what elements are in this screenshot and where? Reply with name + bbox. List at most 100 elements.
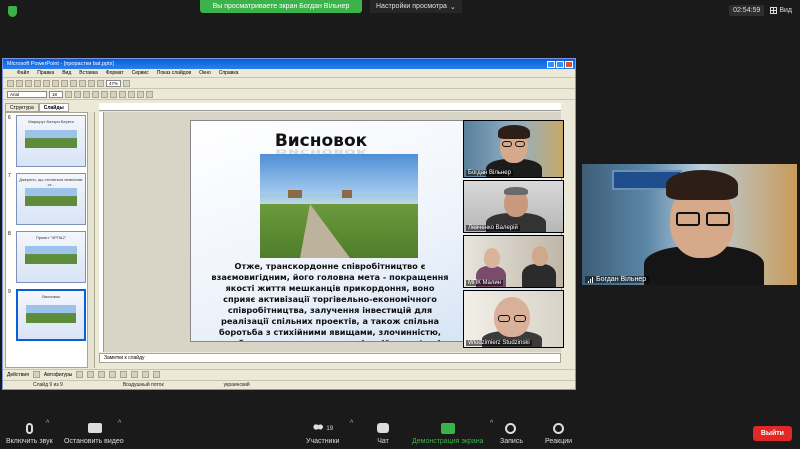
menu-help[interactable]: Справка — [219, 70, 239, 76]
undo-icon[interactable] — [70, 79, 77, 87]
line-icon[interactable] — [76, 371, 84, 378]
minimize-icon[interactable] — [547, 60, 555, 68]
audio-options-chevron-icon[interactable]: ^ — [46, 420, 49, 427]
copy-icon[interactable] — [52, 79, 59, 87]
security-shield-icon[interactable] — [8, 6, 17, 17]
menu-file[interactable]: Файл — [17, 70, 29, 76]
thumb-image — [25, 130, 77, 148]
thumb-title: Висновок — [42, 294, 60, 299]
shadow-icon[interactable] — [92, 90, 99, 98]
menu-slideshow[interactable]: Показ слайдов — [157, 70, 191, 76]
microphone-muted-icon — [25, 423, 33, 434]
slide-thumbnail[interactable]: Джерело, що стелиться чемпіонат ст... — [16, 173, 86, 225]
line-color-icon[interactable] — [153, 371, 161, 378]
chat-button[interactable]: Чат — [377, 423, 389, 445]
slide-thumbnail-selected[interactable]: Висновок — [16, 289, 86, 341]
numbering-icon[interactable] — [128, 90, 135, 98]
font-size-select[interactable]: 18 — [49, 90, 63, 98]
thumb-number: 6 — [8, 115, 11, 121]
notes-pane[interactable]: Заметки к слайду — [99, 353, 561, 363]
menu-edit[interactable]: Правка — [37, 70, 54, 76]
rectangle-icon[interactable] — [98, 371, 106, 378]
bullets-icon[interactable] — [137, 90, 144, 98]
align-left-icon[interactable] — [101, 90, 108, 98]
bold-icon[interactable] — [65, 90, 72, 98]
share-screen-button[interactable]: Демонстрация экрана — [412, 423, 484, 445]
leave-meeting-button[interactable]: Выйти — [752, 426, 792, 441]
paste-icon[interactable] — [61, 79, 68, 87]
screen-share-banner: Вы просматриваете экран Богдан Вільнер — [200, 0, 362, 13]
vertical-ruler — [99, 112, 104, 352]
menu-window[interactable]: Окно — [199, 70, 211, 76]
slide-thumbnail[interactable]: Маршрут Батори Берега — [16, 115, 86, 167]
share-banner-text: Вы просматриваете экран Богдан Вільнер — [212, 3, 350, 10]
share-options-chevron-icon[interactable]: ^ — [490, 420, 493, 427]
help-icon[interactable] — [123, 79, 131, 87]
font-color-icon[interactable] — [146, 90, 153, 98]
participants-options-chevron-icon[interactable]: ^ — [350, 420, 353, 427]
participants-count: 19 — [326, 426, 334, 432]
new-icon[interactable] — [7, 79, 14, 87]
view-options-label: Настройки просмотра — [376, 3, 447, 10]
ppt-standard-toolbar: 47% — [3, 78, 575, 89]
share-screen-icon — [440, 423, 455, 434]
video-options-chevron-icon[interactable]: ^ — [118, 420, 121, 427]
menu-view[interactable]: Вид — [62, 70, 71, 76]
print-icon[interactable] — [34, 79, 41, 87]
wordart-icon[interactable] — [131, 371, 139, 378]
chat-icon — [377, 423, 389, 433]
menu-tools[interactable]: Сервис — [132, 70, 149, 76]
italic-icon[interactable] — [74, 90, 81, 98]
participant-video-tile[interactable]: Левченко Валерій — [463, 180, 564, 233]
reactions-icon — [552, 423, 564, 434]
underline-icon[interactable] — [83, 90, 90, 98]
video-label: Остановить видео — [64, 438, 124, 445]
insert-table-icon[interactable] — [97, 79, 104, 87]
participant-name: Левченко Валерій — [466, 225, 520, 231]
video-button[interactable]: Остановить видео — [64, 423, 124, 445]
drawing-toolbar: Действия Автофигуры — [3, 369, 575, 379]
autoshapes-button[interactable]: Автофигуры — [44, 372, 72, 378]
tab-outline[interactable]: Структура — [5, 103, 39, 112]
zoom-meeting-window: Вы просматриваете экран Богдан Вільнер Н… — [0, 0, 800, 449]
reactions-button[interactable]: Реакции — [545, 423, 572, 445]
slide-thumbnail[interactable]: Проект "ЧРП&2" — [16, 231, 86, 283]
thumbnails-scrollbar[interactable] — [87, 112, 94, 368]
participant-video-tile[interactable]: Богдан Вільнер — [463, 120, 564, 178]
record-button[interactable]: Запись — [500, 423, 523, 445]
menu-format[interactable]: Формат — [106, 70, 124, 76]
view-button[interactable]: Вид — [770, 7, 792, 14]
textbox-icon[interactable] — [120, 371, 128, 378]
video-camera-icon — [87, 423, 102, 433]
thumb-number: 8 — [8, 231, 11, 237]
grid-view-icon — [770, 7, 778, 14]
participant-video-tile[interactable]: Wlodzimierz Studzinski — [463, 290, 564, 348]
reactions-label: Реакции — [545, 438, 573, 445]
participants-label: Участники — [306, 438, 340, 445]
insert-chart-icon[interactable] — [88, 79, 95, 87]
select-arrow-icon[interactable] — [32, 371, 40, 378]
save-icon[interactable] — [25, 79, 32, 87]
arrow-icon[interactable] — [87, 371, 95, 378]
align-right-icon[interactable] — [119, 90, 126, 98]
status-slide-count: Слайд 9 из 9 — [33, 382, 63, 388]
align-center-icon[interactable] — [110, 90, 117, 98]
active-speaker-video[interactable]: Богдан Вільнер — [582, 164, 797, 285]
font-name-select[interactable]: Arial — [7, 90, 47, 98]
menu-insert[interactable]: Вставка — [79, 70, 98, 76]
fill-color-icon[interactable] — [142, 371, 150, 378]
zoom-select[interactable]: 47% — [106, 79, 122, 87]
tab-slides[interactable]: Слайды — [38, 103, 69, 112]
redo-icon[interactable] — [79, 79, 86, 87]
cut-icon[interactable] — [43, 79, 50, 87]
maximize-icon[interactable] — [556, 60, 564, 68]
draw-actions-button[interactable]: Действия — [7, 372, 29, 378]
open-icon[interactable] — [16, 79, 23, 87]
participants-button[interactable]: 19 Участники — [306, 423, 339, 445]
participant-video-tile[interactable]: МПК Малин — [463, 235, 564, 288]
view-options-button[interactable]: Настройки просмотра ⌄ — [370, 0, 462, 13]
status-language: украинский — [223, 382, 250, 388]
oval-icon[interactable] — [109, 371, 117, 378]
thumb-title: Проект "ЧРП&2" — [35, 235, 67, 240]
close-icon[interactable] — [565, 60, 573, 68]
